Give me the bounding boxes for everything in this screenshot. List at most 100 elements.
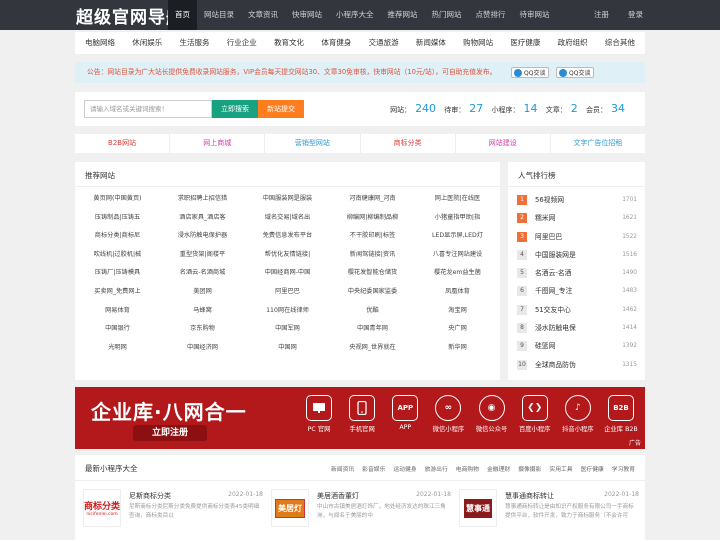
recommended-site-link[interactable]: 马蜂窝 — [160, 302, 245, 321]
category-item[interactable]: 购物网站 — [463, 32, 493, 54]
register-now-button[interactable]: 立即注册 — [133, 425, 207, 441]
rank-item[interactable]: 3 阿里巴巴 1522 — [517, 231, 637, 249]
rank-item[interactable]: 7 51交友中心 1462 — [517, 304, 637, 322]
recommended-site-link[interactable]: LED显示屏,LED灯 — [415, 227, 500, 246]
recommended-site-link[interactable]: 樱花发智能仓储货 — [330, 264, 415, 283]
tab-trademark[interactable]: 商标分类 — [361, 134, 456, 153]
rank-item[interactable]: 10 全球商品防伪 1315 — [517, 359, 637, 377]
recommended-site-link[interactable]: 中国经济网 — [160, 339, 245, 358]
recommended-site-link[interactable]: 黄页网(中国黄页) — [75, 190, 160, 209]
mini-program-item[interactable]: 美居灯 美居酒香董灯 2022-01-18 中山市古镇美居酒灯饰厂，地处经济发达… — [271, 489, 451, 529]
recommended-site-link[interactable]: 中国青年网 — [330, 320, 415, 339]
recommended-site-link[interactable]: 网易体育 — [75, 302, 160, 321]
recommended-site-link[interactable]: 小猪童指甲助|指 — [415, 209, 500, 228]
nav-likes-rank[interactable]: 点赞排行 — [469, 0, 513, 30]
ad-banner[interactable]: 企业库·八网合一 立即注册 PC 官网 手机官网 APP APP ∞ 微信小程序… — [75, 387, 645, 449]
tab-mall[interactable]: 网上商城 — [170, 134, 266, 153]
rank-site-name[interactable]: 硅篮网 — [535, 340, 555, 352]
recommended-site-link[interactable]: 美团网 — [160, 283, 245, 302]
mini-category-tab[interactable]: 新闻资讯 — [331, 464, 354, 473]
qq-chat-button-1[interactable]: QQ交谈 — [511, 67, 550, 78]
recommended-site-link[interactable]: 名酒云-名酒商城 — [160, 264, 245, 283]
rank-site-name[interactable]: 51交友中心 — [535, 304, 571, 316]
recommended-site-link[interactable]: 中国网 — [245, 339, 330, 358]
recommended-site-link[interactable]: 求职招聘上招信猎 — [160, 190, 245, 209]
recommended-site-link[interactable]: 压铸厂|压铸模具 — [75, 264, 160, 283]
submit-site-button[interactable]: 新站提交 — [258, 100, 304, 118]
rank-item[interactable]: 9 硅篮网 1392 — [517, 340, 637, 358]
recommended-site-link[interactable]: 域名交易|域名出 — [245, 209, 330, 228]
app-name[interactable]: 尼斯商标分类 — [129, 491, 171, 501]
recommended-site-link[interactable]: 樱花龙em益生菌 — [415, 264, 500, 283]
category-item[interactable]: 医疗健康 — [510, 32, 540, 54]
recommended-site-link[interactable]: 柳编网|柳编制品柳 — [330, 209, 415, 228]
rank-site-name[interactable]: 千图网_专注 — [535, 285, 572, 297]
category-item[interactable]: 教育文化 — [274, 32, 304, 54]
rank-site-name[interactable]: 全球商品防伪 — [535, 359, 576, 371]
recommended-site-link[interactable]: 买卖网_免费网上 — [75, 283, 160, 302]
mini-category-tab[interactable]: 摄像摄影 — [518, 464, 541, 473]
category-item[interactable]: 行业企业 — [227, 32, 257, 54]
rank-item[interactable]: 5 名酒云-名酒 1490 — [517, 267, 637, 285]
tab-b2b[interactable]: B2B网站 — [75, 134, 171, 153]
mini-category-tab[interactable]: 电商购物 — [456, 464, 479, 473]
category-item[interactable]: 新闻媒体 — [416, 32, 446, 54]
recommended-site-link[interactable]: 光明网 — [75, 339, 160, 358]
nav-directory[interactable]: 网站目录 — [197, 0, 241, 30]
category-item[interactable]: 交通旅游 — [369, 32, 399, 54]
search-input[interactable]: 请输入域名或关键词搜索！ — [84, 100, 212, 118]
recommended-site-link[interactable]: 中国军网 — [245, 320, 330, 339]
nav-articles[interactable]: 文章资讯 — [241, 0, 285, 30]
category-item[interactable]: 综合其他 — [605, 32, 635, 54]
rank-item[interactable]: 1 56视频网 1701 — [517, 194, 637, 212]
mini-program-item[interactable]: 商标分类 nicifenlei.com 尼斯商标分类 2022-01-18 尼斯… — [83, 489, 263, 529]
nav-home[interactable]: 首页 — [168, 0, 197, 30]
recommended-site-link[interactable]: 110网在线律师 — [245, 302, 330, 321]
register-link[interactable]: 注册 — [594, 0, 609, 30]
recommended-site-link[interactable]: 酒店家具_酒店客 — [160, 209, 245, 228]
app-name[interactable]: 美居酒香董灯 — [317, 491, 359, 501]
mini-category-tab[interactable]: 影音娱乐 — [362, 464, 385, 473]
app-name[interactable]: 慧事通商标转让 — [505, 491, 554, 501]
recommended-site-link[interactable]: 中国银行 — [75, 320, 160, 339]
mini-category-tab[interactable]: 医疗健康 — [581, 464, 604, 473]
rank-site-name[interactable]: 糯米网 — [535, 212, 555, 224]
recommended-site-link[interactable]: 河南健康网_河南 — [330, 190, 415, 209]
rank-site-name[interactable]: 56视频网 — [535, 194, 564, 206]
recommended-site-link[interactable]: 新闻驾链接|资讯 — [330, 246, 415, 265]
nav-popular[interactable]: 热门网站 — [425, 0, 469, 30]
category-item[interactable]: 政府组织 — [558, 32, 588, 54]
mini-category-tab[interactable]: 学习教育 — [612, 464, 635, 473]
tab-marketing[interactable]: 营销型网站 — [265, 134, 361, 153]
mini-category-tab[interactable]: 金融理财 — [487, 464, 510, 473]
recommended-site-link[interactable]: 压铸制品|压铸五 — [75, 209, 160, 228]
recommended-site-link[interactable]: 中国经商网-中国 — [245, 264, 330, 283]
recommended-site-link[interactable]: 央广网 — [415, 320, 500, 339]
rank-item[interactable]: 2 糯米网 1621 — [517, 212, 637, 230]
recommended-site-link[interactable]: 不干胶印刷|标签 — [330, 227, 415, 246]
nav-recommended[interactable]: 推荐网站 — [381, 0, 425, 30]
nav-quick-review[interactable]: 快审网站 — [285, 0, 329, 30]
rank-site-name[interactable]: 阿里巴巴 — [535, 231, 562, 243]
recommended-site-link[interactable]: 淘宝网 — [415, 302, 500, 321]
recommended-site-link[interactable]: 商标分类|商标尼 — [75, 227, 160, 246]
recommended-site-link[interactable]: 网上医院|在线医 — [415, 190, 500, 209]
category-item[interactable]: 电脑网络 — [85, 32, 115, 54]
search-button[interactable]: 立即搜索 — [212, 100, 258, 118]
mini-category-tab[interactable]: 运动健身 — [393, 464, 416, 473]
rank-site-name[interactable]: 名酒云-名酒 — [535, 267, 571, 279]
tab-site-build[interactable]: 网站建设 — [456, 134, 551, 153]
recommended-site-link[interactable]: 优酷 — [330, 302, 415, 321]
recommended-site-link[interactable]: 帮优化友情链接| — [245, 246, 330, 265]
tab-text-ad[interactable]: 文字广告位招租 — [551, 134, 645, 153]
recommended-site-link[interactable]: 吹线机|过胶机|械 — [75, 246, 160, 265]
category-item[interactable]: 休闲娱乐 — [132, 32, 162, 54]
recommended-site-link[interactable]: 中央纪委国家监委 — [330, 283, 415, 302]
rank-site-name[interactable]: 中国服装网是 — [535, 249, 576, 261]
recommended-site-link[interactable]: 京东购物 — [160, 320, 245, 339]
nav-pending[interactable]: 待审网站 — [513, 0, 557, 30]
rank-item[interactable]: 4 中国服装网是 1516 — [517, 249, 637, 267]
recommended-site-link[interactable]: 央视网_世界就在 — [330, 339, 415, 358]
mini-category-tab[interactable]: 实用工具 — [549, 464, 572, 473]
login-link[interactable]: 登录 — [628, 0, 643, 30]
